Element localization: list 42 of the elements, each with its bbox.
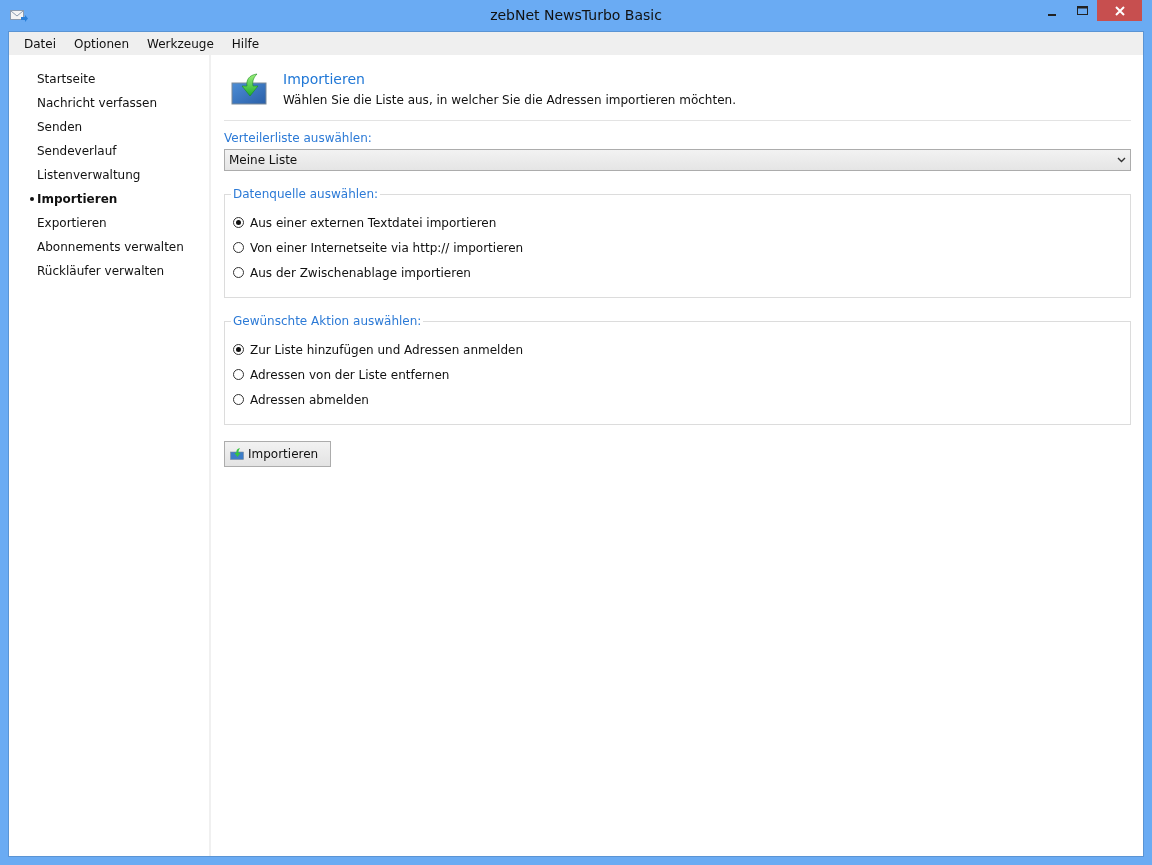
sidebar-item[interactable]: Senden <box>9 115 209 139</box>
import-icon <box>231 73 267 105</box>
radio-option[interactable]: Aus der Zwischenablage importieren <box>233 260 1122 285</box>
radio-button[interactable] <box>233 267 244 278</box>
menu-item[interactable]: Werkzeuge <box>138 36 223 51</box>
radio-button[interactable] <box>233 394 244 405</box>
field-label: Verteilerliste auswählen: <box>224 131 372 145</box>
envelope-icon <box>10 8 28 23</box>
page-description: Wählen Sie die Liste aus, in welcher Sie die Adressen importieren möchten. <box>283 93 736 107</box>
radio-button[interactable] <box>233 344 244 355</box>
sidebar-item[interactable]: Rückläufer verwalten <box>9 259 209 283</box>
close-icon <box>1114 5 1125 16</box>
menu-item[interactable]: Hilfe <box>222 36 269 51</box>
minimize-icon <box>1047 13 1057 16</box>
chevron-down-icon <box>1117 157 1126 163</box>
radio-option[interactable]: Zur Liste hinzufügen und Adressen anmelden <box>233 337 1122 362</box>
group-title: Datenquelle auswählen: <box>231 187 381 201</box>
sidebar-item[interactable]: Sendeverlauf <box>9 139 209 163</box>
dropdown-value: Meine Liste <box>229 153 298 167</box>
radio-option[interactable]: Adressen abmelden <box>233 387 1122 412</box>
radio-option[interactable]: Adressen von der Liste entfernen <box>233 362 1122 387</box>
group-title: Gewünschte Aktion auswählen: <box>231 314 424 328</box>
import-button[interactable]: Importieren <box>224 441 332 467</box>
sidebar-item[interactable]: Listenverwaltung <box>9 163 209 187</box>
maximize-icon <box>1076 5 1088 16</box>
menu-item[interactable]: Datei <box>15 36 65 51</box>
radio-option[interactable]: Aus einer externen Textdatei importieren <box>233 210 1122 235</box>
sidebar-item[interactable]: Startseite <box>9 67 209 91</box>
radio-option[interactable]: Von einer Internetseite via http:// importieren <box>233 235 1122 260</box>
menu-item[interactable]: Optionen <box>65 36 139 51</box>
page-title: Importieren <box>283 71 366 87</box>
radio-button[interactable] <box>233 217 244 228</box>
sidebar-item[interactable]: Abonnements verwalten <box>9 235 209 259</box>
close-button[interactable] <box>1097 0 1142 21</box>
radio-button[interactable] <box>233 242 244 253</box>
window-title: zebNet NewsTurbo Basic <box>490 7 662 23</box>
sidebar-item[interactable]: Exportieren <box>9 211 209 235</box>
sidebar-item[interactable]: Nachricht verfassen <box>9 91 209 115</box>
radio-button[interactable] <box>233 369 244 380</box>
import-icon <box>230 448 244 460</box>
sidebar-item[interactable]: Importieren <box>9 187 209 211</box>
list-dropdown[interactable]: Meine Liste <box>224 149 1131 171</box>
